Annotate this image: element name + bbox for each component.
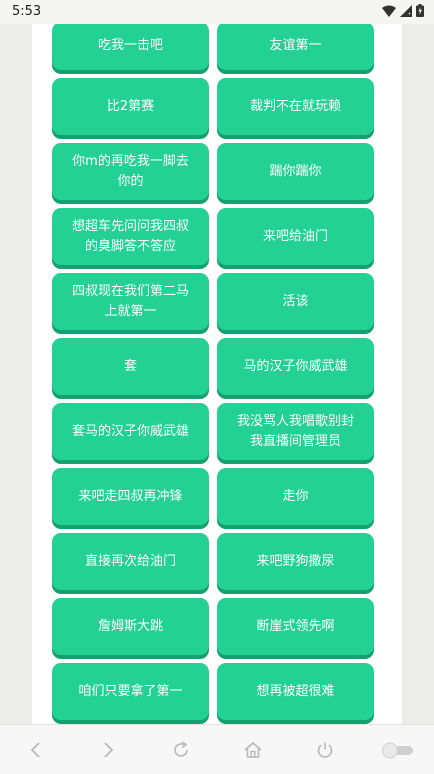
home-icon xyxy=(244,741,262,758)
back-button[interactable] xyxy=(16,730,56,770)
sound-button[interactable]: 直接再次给油门 xyxy=(52,533,209,590)
status-time: 5:53 xyxy=(12,4,42,19)
sound-button[interactable]: 活该 xyxy=(217,273,374,330)
sound-button[interactable]: 来吧走四叔再冲锋 xyxy=(52,468,209,525)
sound-button[interactable]: 想超车先问问我四叔的臭脚答不答应 xyxy=(52,208,209,265)
sound-button-grid: 吃我一击吧 友谊第一 比2第赛 裁判不在就玩赖 你m的再吃我一脚去你的 踹你踹你… xyxy=(52,24,374,720)
power-icon xyxy=(318,742,333,758)
sound-button[interactable]: 你m的再吃我一脚去你的 xyxy=(52,143,209,200)
right-margin xyxy=(402,24,434,724)
left-margin xyxy=(0,24,32,724)
sound-button[interactable]: 四叔现在我们第二马上就第一 xyxy=(52,273,209,330)
forward-button[interactable] xyxy=(88,730,128,770)
sound-button[interactable]: 踹你踹你 xyxy=(217,143,374,200)
wifi-icon xyxy=(382,5,396,17)
sound-button[interactable]: 比2第赛 xyxy=(52,78,209,135)
home-button[interactable] xyxy=(233,730,273,770)
reload-button[interactable] xyxy=(161,730,201,770)
sound-button[interactable]: 裁判不在就玩赖 xyxy=(217,78,374,135)
status-bar: 5:53 xyxy=(0,0,434,24)
sound-button[interactable]: 友谊第一 xyxy=(217,24,374,70)
sound-button[interactable]: 走你 xyxy=(217,468,374,525)
mode-toggle[interactable] xyxy=(378,730,418,770)
sound-button[interactable]: 来吧野狗撒尿 xyxy=(217,533,374,590)
power-button[interactable] xyxy=(305,730,345,770)
sound-button[interactable]: 套 xyxy=(52,338,209,395)
battery-icon xyxy=(416,4,424,17)
toggle-switch-icon xyxy=(381,742,413,758)
forward-icon xyxy=(104,741,114,758)
sound-button[interactable]: 想再被超很难 xyxy=(217,663,374,720)
sound-button[interactable]: 断崖式领先啊 xyxy=(217,598,374,655)
sound-button[interactable]: 来吧给油门 xyxy=(217,208,374,265)
back-icon xyxy=(30,741,40,758)
sound-button[interactable]: 吃我一击吧 xyxy=(52,24,209,70)
browser-toolbar xyxy=(0,724,434,774)
sound-button[interactable]: 马的汉子你威武雄 xyxy=(217,338,374,395)
reload-icon xyxy=(174,740,188,757)
status-icons xyxy=(382,4,424,17)
sound-button[interactable]: 咱们只要拿了第一 xyxy=(52,663,209,720)
sound-button[interactable]: 詹姆斯大跳 xyxy=(52,598,209,655)
sound-button[interactable]: 我没骂人我唱歌别封我直播间管理员 xyxy=(217,403,374,460)
sound-button[interactable]: 套马的汉子你威武雄 xyxy=(52,403,209,460)
signal-icon xyxy=(400,4,412,17)
content-panel[interactable]: 吃我一击吧 友谊第一 比2第赛 裁判不在就玩赖 你m的再吃我一脚去你的 踹你踹你… xyxy=(32,24,402,724)
